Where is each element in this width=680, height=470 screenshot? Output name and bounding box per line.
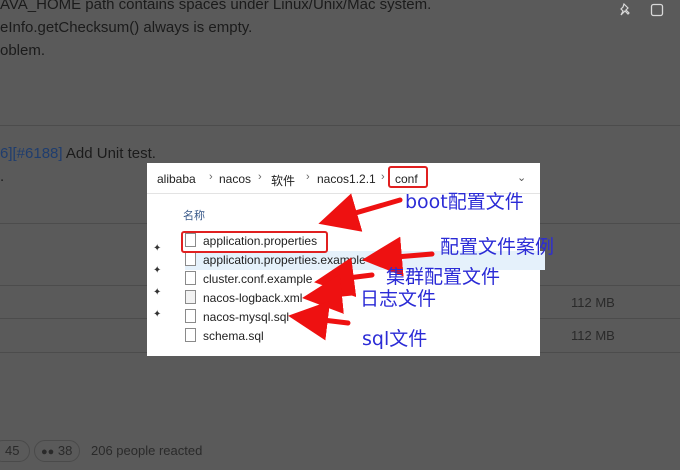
annotation-boot-config: boot配置文件	[405, 191, 524, 213]
arrow-boot	[318, 193, 403, 232]
annotation-arrows	[288, 193, 435, 341]
annotation-sql-file: sql文件	[362, 328, 428, 350]
annotation-config-example: 配置文件案例	[440, 236, 555, 258]
arrow-example	[362, 236, 435, 277]
arrow-sql	[288, 300, 351, 341]
arrow-cluster	[314, 257, 375, 298]
annotation-log-file: 日志文件	[360, 288, 437, 310]
arrow-log	[302, 274, 355, 314]
